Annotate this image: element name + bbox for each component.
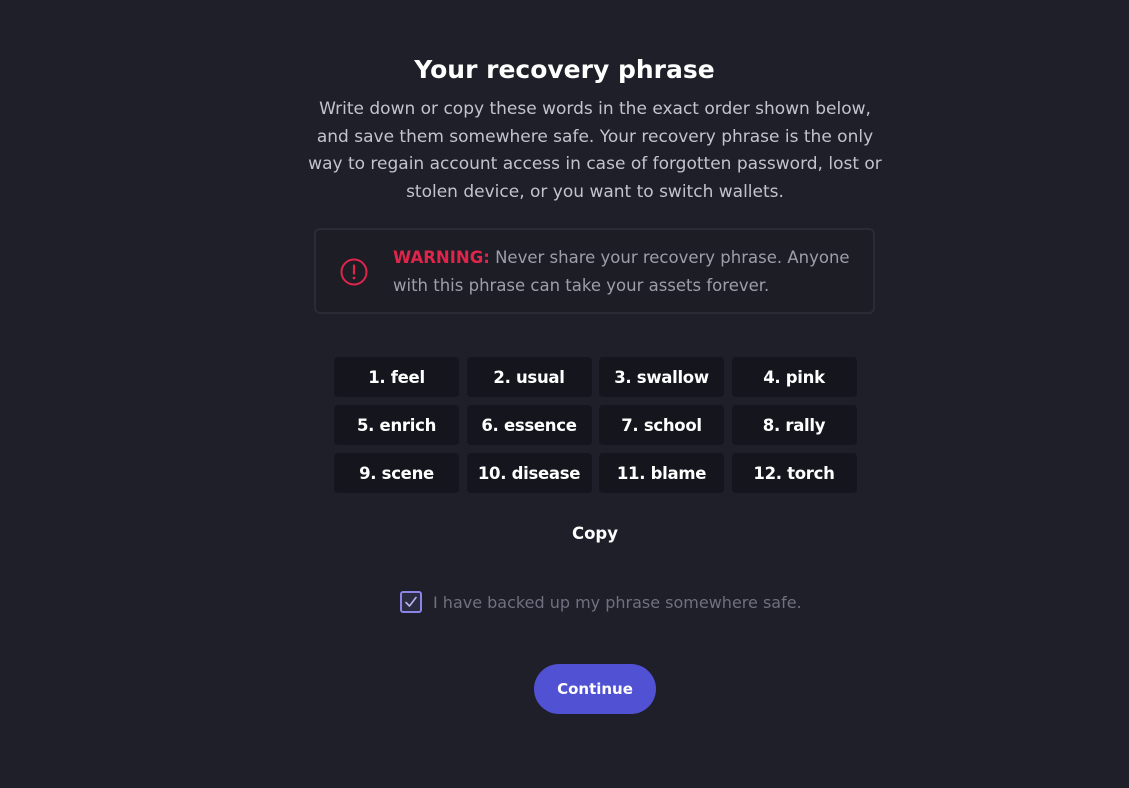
copy-button[interactable]: Copy: [545, 520, 645, 546]
recovery-word: 8. rally: [731, 405, 857, 445]
page-description: Write down or copy these words in the ex…: [308, 99, 882, 202]
recovery-word: 3. swallow: [599, 357, 724, 397]
warning-box: WARNING: Never share your recovery phras…: [314, 228, 875, 314]
checkmark-icon: [405, 596, 417, 607]
recovery-words-grid: 1. feel 2. usual 3. swallow 4. pink 5. e…: [334, 357, 857, 493]
alert-circle-icon: [340, 258, 368, 286]
backup-confirm-label: I have backed up my phrase somewhere saf…: [433, 592, 802, 612]
recovery-word: 5. enrich: [334, 405, 459, 445]
warning-text: WARNING: Never share your recovery phras…: [393, 244, 863, 300]
recovery-word: 6. essence: [466, 405, 592, 445]
recovery-word: 2. usual: [466, 357, 592, 397]
recovery-word: 10. disease: [466, 453, 592, 493]
continue-button[interactable]: Continue: [534, 664, 656, 714]
recovery-word: 4. pink: [731, 357, 857, 397]
recovery-word: 7. school: [599, 405, 724, 445]
recovery-word: 11. blame: [599, 453, 724, 493]
recovery-phrase-page: Your recovery phrase Write down or copy …: [0, 0, 1129, 788]
recovery-word: 9. scene: [334, 453, 459, 493]
page-title: Your recovery phrase: [414, 55, 715, 84]
backup-confirm-row[interactable]: I have backed up my phrase somewhere saf…: [400, 590, 802, 614]
recovery-word: 12. torch: [731, 453, 857, 493]
backup-checkbox[interactable]: [400, 591, 422, 613]
recovery-word: 1. feel: [334, 357, 459, 397]
warning-label: WARNING:: [393, 248, 490, 267]
